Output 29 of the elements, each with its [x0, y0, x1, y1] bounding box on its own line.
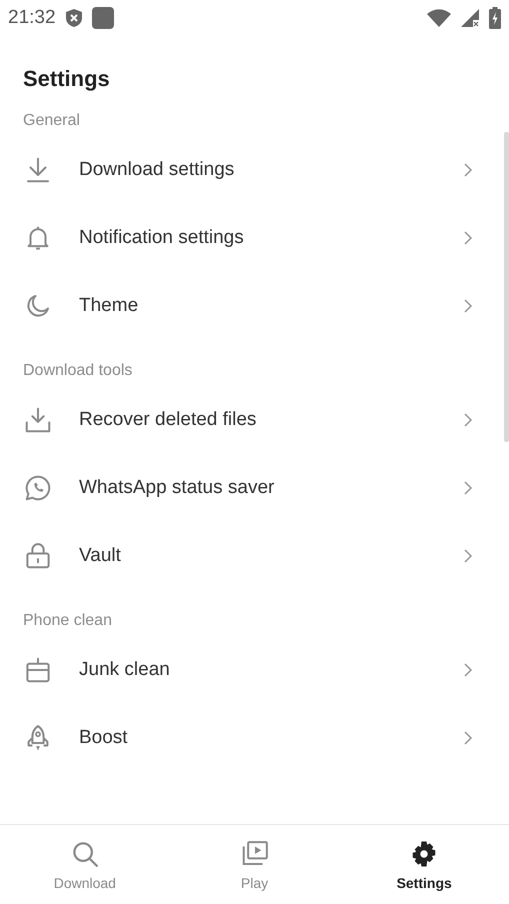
- chevron-icon: [463, 163, 473, 177]
- chevron-icon: [463, 299, 473, 313]
- wifi-icon: [427, 9, 451, 27]
- chevron-icon: [463, 731, 473, 745]
- chevron-icon: [463, 481, 473, 495]
- chevron-icon: [463, 231, 473, 245]
- nav-tab[interactable]: Settings: [339, 825, 509, 904]
- settings-item[interactable]: Vault: [79, 545, 463, 567]
- settings-item[interactable]: Junk clean: [79, 659, 463, 681]
- settings-item[interactable]: Theme: [79, 295, 463, 317]
- page-title: Settings: [23, 65, 111, 93]
- settings-item[interactable]: Download settings: [79, 159, 463, 181]
- chat-phone-icon: [23, 473, 53, 503]
- download-tray-icon: [23, 405, 53, 435]
- status-time: 21:32: [8, 7, 56, 29]
- battery-icon: [489, 7, 501, 29]
- shield-icon: [66, 9, 82, 27]
- settings-item[interactable]: Boost: [79, 727, 463, 749]
- chevron-icon: [463, 663, 473, 677]
- notification-icon: [92, 7, 114, 29]
- section-header: Download tools: [23, 361, 134, 381]
- settings-item[interactable]: Notification settings: [79, 227, 463, 249]
- signal-icon: [461, 9, 479, 27]
- settings-item[interactable]: Recover deleted files: [79, 409, 463, 431]
- settings-item[interactable]: WhatsApp status saver: [79, 477, 463, 499]
- section-header: Phone clean: [23, 611, 113, 631]
- chevron-icon: [463, 549, 473, 563]
- section-header: General: [23, 111, 81, 131]
- chevron-icon: [463, 413, 473, 427]
